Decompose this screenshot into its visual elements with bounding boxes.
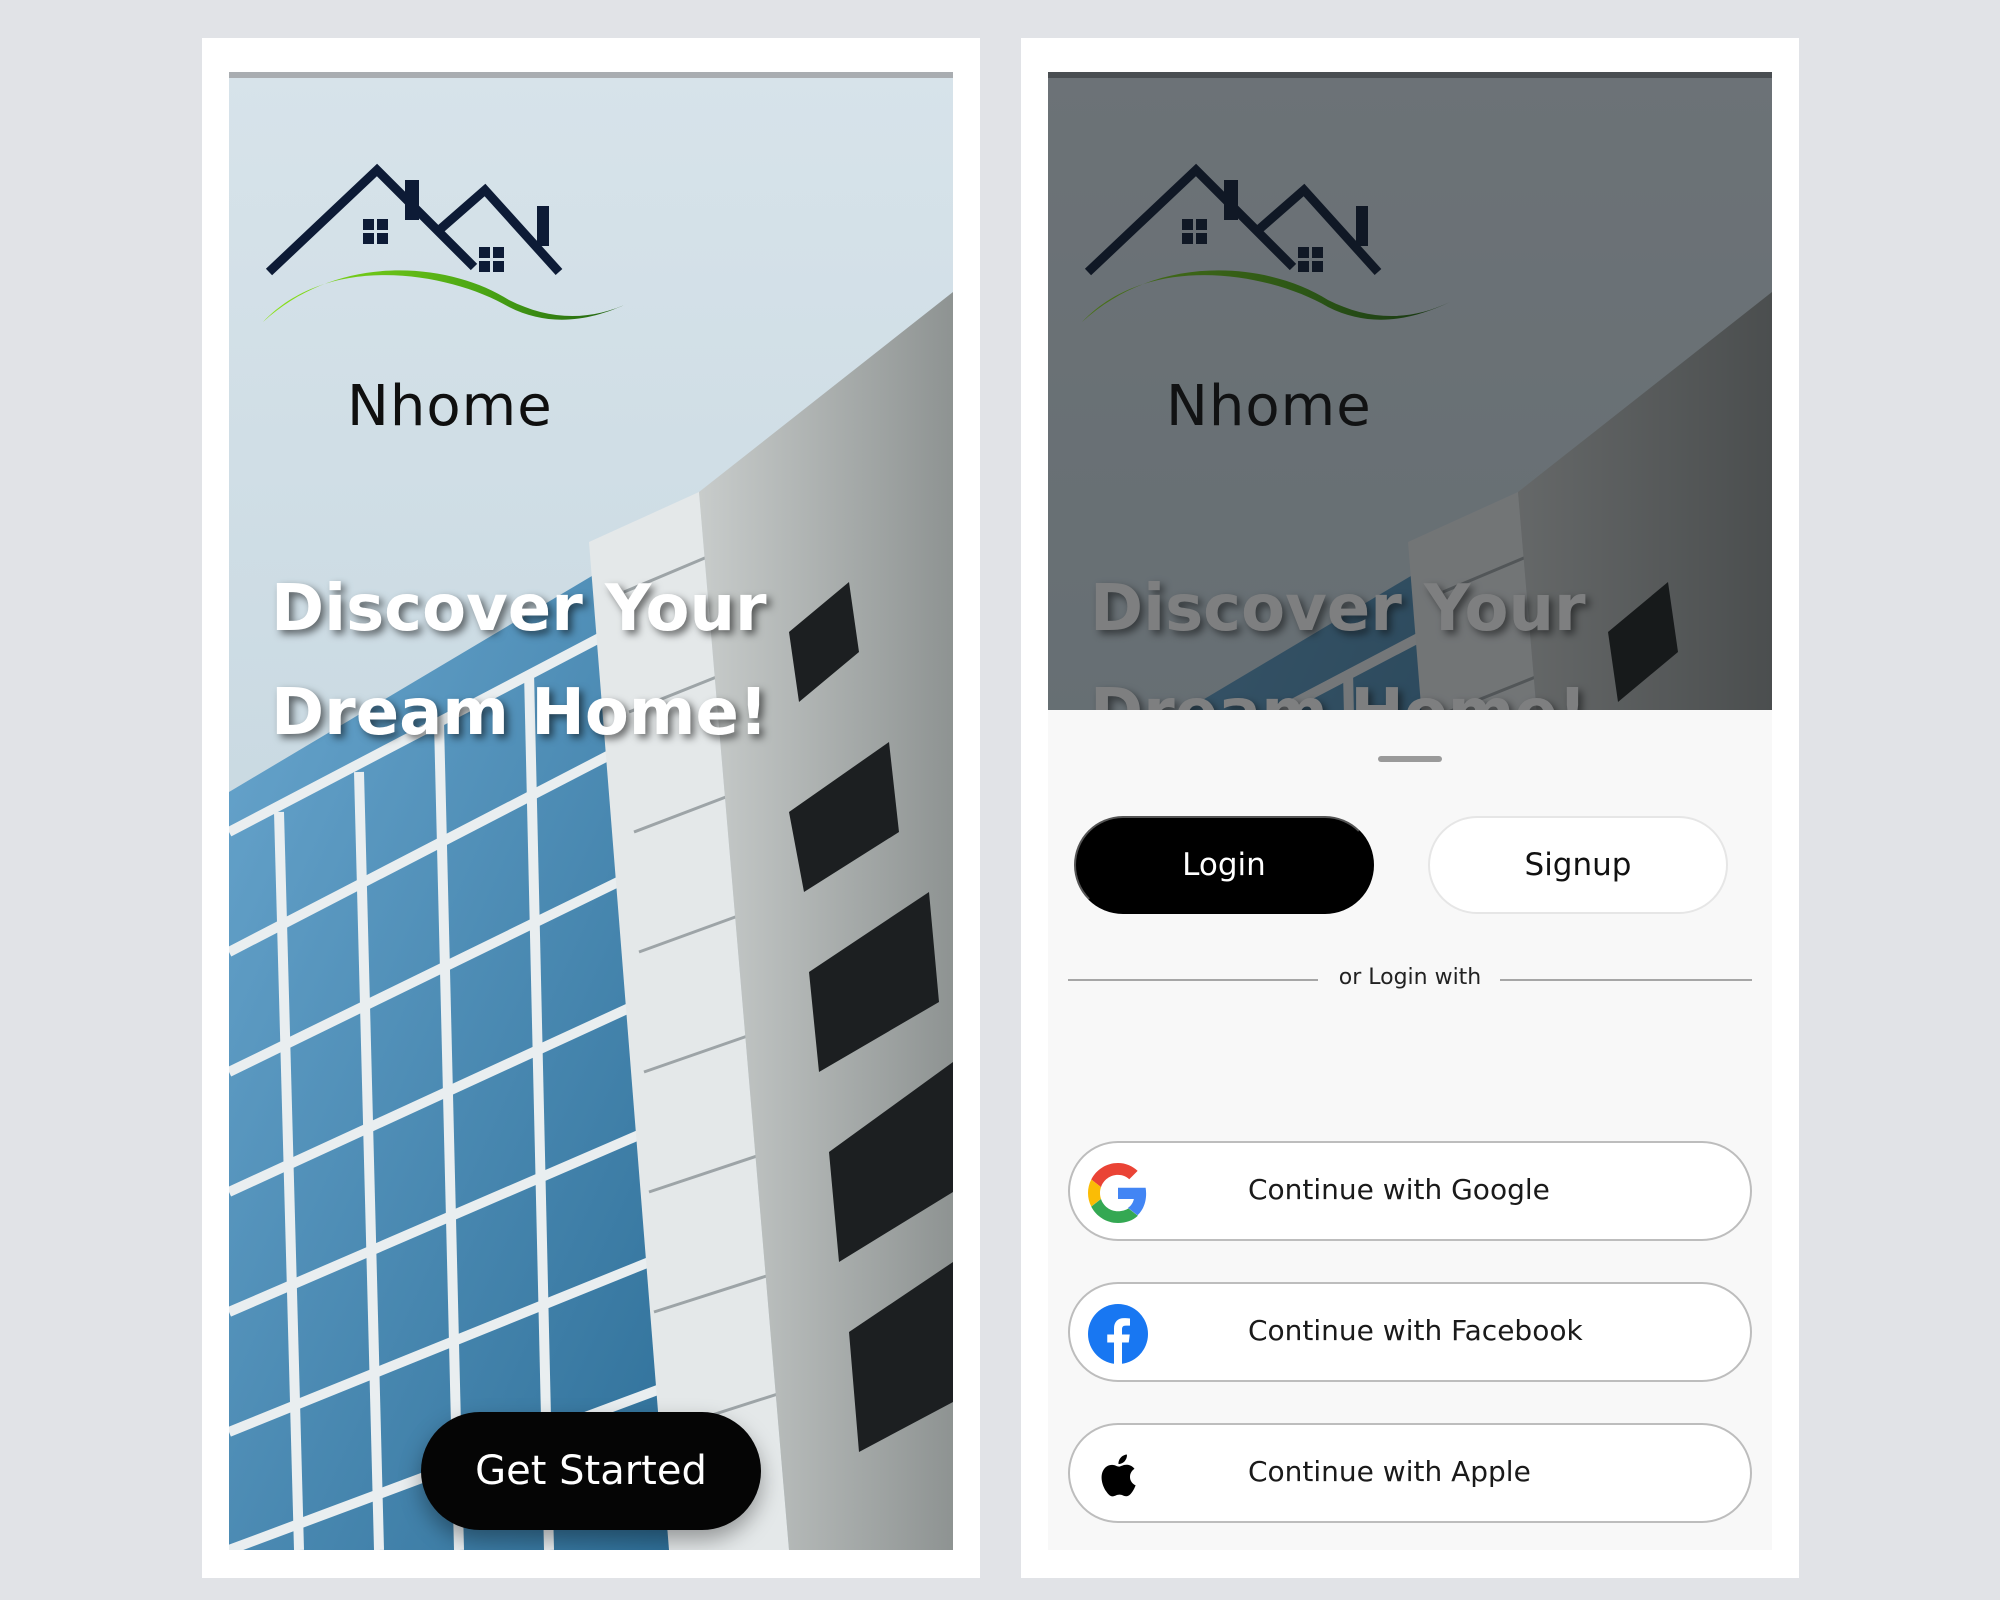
divider-text: or Login with [1338, 965, 1482, 990]
status-bar-edge [229, 72, 953, 78]
continue-facebook-label: Continue with Facebook [1248, 1314, 1583, 1347]
continue-apple-button[interactable]: Continue with Apple [1068, 1423, 1752, 1523]
brand-name: Nhome [347, 374, 553, 439]
signup-button[interactable]: Signup [1428, 816, 1728, 914]
get-started-button[interactable]: Get Started [421, 1412, 761, 1530]
hero-headline: Discover Your Dream Home! [271, 557, 871, 765]
apple-icon [1101, 1454, 1136, 1497]
continue-google-button[interactable]: Continue with Google [1068, 1141, 1752, 1241]
or-login-divider: or Login with [1068, 965, 1752, 995]
house-logo-icon [259, 122, 639, 322]
backdrop-overlay[interactable] [1048, 72, 1772, 710]
hero-line-1: Discover Your [271, 572, 767, 646]
continue-google-label: Continue with Google [1248, 1173, 1550, 1206]
welcome-screen-card: Nhome Discover Your Dream Home! Get Star… [202, 38, 980, 1578]
welcome-screen: Nhome Discover Your Dream Home! Get Star… [229, 72, 953, 1550]
facebook-icon [1088, 1304, 1148, 1364]
continue-facebook-button[interactable]: Continue with Facebook [1068, 1282, 1752, 1382]
divider-line-right [1500, 979, 1752, 981]
sheet-drag-handle[interactable] [1378, 756, 1442, 762]
continue-apple-label: Continue with Apple [1248, 1455, 1531, 1488]
login-button[interactable]: Login [1074, 816, 1374, 914]
auth-bottom-sheet: Login Signup or Login with Continue with… [1048, 710, 1772, 1550]
google-icon [1088, 1163, 1147, 1223]
status-bar-edge [1048, 72, 1772, 78]
auth-screen-card: Nhome Discover Your Dream Home! Login Si… [1021, 38, 1799, 1578]
auth-screen: Nhome Discover Your Dream Home! Login Si… [1048, 72, 1772, 1550]
hero-line-2: Dream Home! [271, 676, 769, 750]
